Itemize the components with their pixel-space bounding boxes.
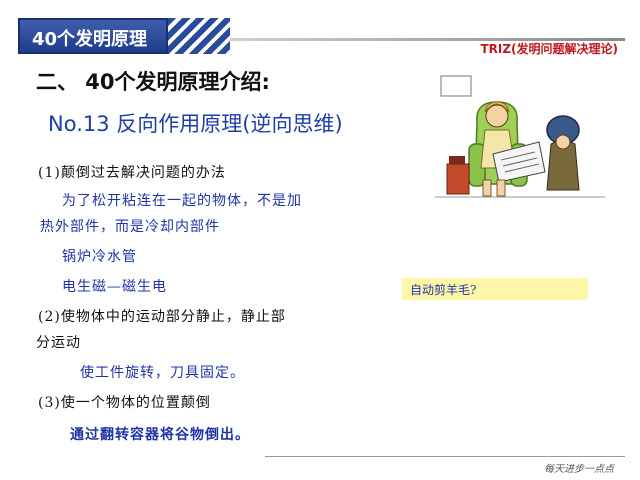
decorative-stripes (168, 18, 230, 54)
header-right-title: TRIZ(发明问题解决理论) (480, 42, 618, 56)
section-title: 二、 40个发明原理介绍: (36, 70, 270, 94)
callout-note: 自动剪羊毛? (402, 278, 588, 300)
point-2-example: 使工件旋转，刀具固定。 (80, 365, 245, 381)
principle-title: No.13 反向作用原理(逆向思维) (48, 112, 343, 136)
watermark: 每天进步一点点 (544, 464, 614, 475)
point-1-text-line2: 热外部件，而是冷却内部件 (40, 219, 220, 235)
point-1-example-2: 电生磁—磁生电 (62, 279, 167, 295)
point-3-heading: (3)使一个物体的位置颠倒 (38, 395, 211, 411)
point-1-text-line1: 为了松开粘连在一起的物体，不是加 (62, 193, 302, 209)
cartoon-illustration (435, 72, 605, 212)
title-tab: 40个发明原理 (18, 18, 168, 54)
point-1-example-1: 锅炉冷水管 (62, 249, 137, 265)
tab-title: 40个发明原理 (32, 29, 148, 50)
point-2-heading-line1: (2)使物体中的运动部分静止，静止部 (38, 309, 286, 325)
point-2-heading-line2: 分运动 (36, 335, 81, 351)
bottom-divider (265, 456, 625, 457)
point-1-heading: (1)颠倒过去解决问题的办法 (38, 165, 226, 181)
point-3-example: 通过翻转容器将谷物倒出。 (70, 427, 250, 443)
